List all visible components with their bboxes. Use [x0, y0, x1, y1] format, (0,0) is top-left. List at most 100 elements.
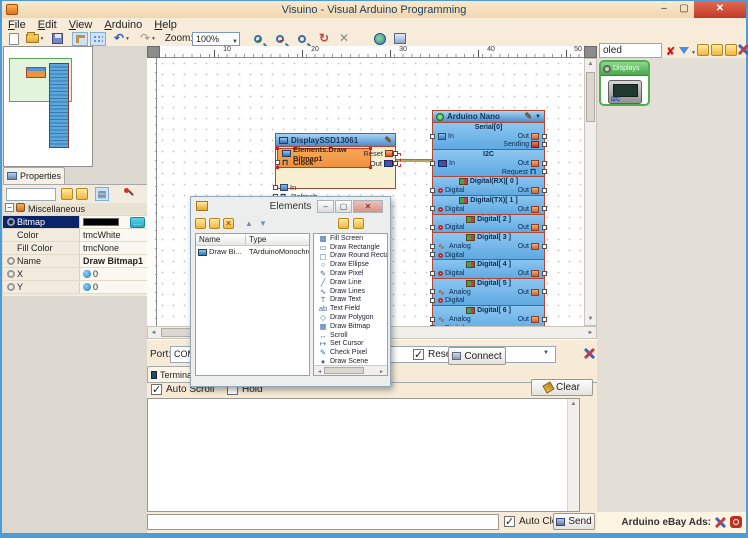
scroll-left-icon[interactable]: ◄	[148, 328, 159, 339]
pin-square[interactable]	[430, 244, 435, 249]
nano-section-digital-tx-1-[interactable]: Digital(TX)[ 1 ]DigitalOut	[432, 195, 545, 215]
zoom-out-button[interactable]: −	[272, 32, 288, 45]
palette-option-icon[interactable]	[711, 44, 723, 56]
import-elements-button[interactable]	[338, 218, 349, 229]
column-type[interactable]: Type	[246, 234, 309, 245]
minimize-button[interactable]: –	[654, 1, 674, 18]
send-message-input[interactable]	[147, 514, 499, 530]
output-pin[interactable]: Request	[502, 168, 539, 176]
zoom-in-button[interactable]: +	[250, 32, 266, 45]
clock-pin-square[interactable]	[275, 160, 280, 165]
palette-option-icon[interactable]	[697, 44, 709, 56]
out-pin-square[interactable]	[393, 161, 398, 166]
property-group-row[interactable]: − Miscellaneous	[3, 203, 147, 216]
auto-scroll-checkbox[interactable]	[151, 384, 162, 395]
property-row-y[interactable]: Y 0	[3, 281, 147, 294]
edit-pencil-icon[interactable]: ✎	[384, 135, 392, 146]
pin-square[interactable]	[430, 271, 435, 276]
element-draw-bitmap-row[interactable]: Elements.Draw Bitmap1	[278, 149, 370, 158]
palette-tools-icon[interactable]	[738, 44, 748, 55]
terminal-scrollbar[interactable]: ▲	[567, 399, 579, 511]
nano-section-digital-5-[interactable]: Digital[ 5 ]AnalogOutDigital	[432, 278, 545, 306]
close-button[interactable]: ✕	[694, 1, 746, 18]
nano-section-digital-3-[interactable]: Digital[ 3 ]AnalogOutDigital	[432, 232, 545, 260]
scroll-right-icon[interactable]: ►	[376, 367, 387, 376]
arduino-nano-block[interactable]: Arduino Nano ✎ ▼ Serial[0]InOutSendingI2…	[432, 110, 545, 326]
in-pin-square[interactable]	[273, 185, 278, 190]
nano-section-digital-6-[interactable]: Digital[ 6 ]AnalogOutDigital	[432, 305, 545, 326]
elements-dialog[interactable]: Elements – ▢ ✕ ✕ ▲ ▼ Name Type Draw Bi..…	[190, 196, 391, 387]
input-pin[interactable]: In	[438, 133, 454, 140]
chevron-down-icon[interactable]: ▼	[691, 50, 696, 56]
palette-item-draw-polygon[interactable]: ◇Draw Polygon	[314, 313, 387, 322]
in-pin-row[interactable]: In	[276, 183, 395, 192]
component-search-input[interactable]	[599, 43, 662, 58]
screenshot-button[interactable]	[392, 32, 408, 45]
dialog-maximize-button[interactable]: ▢	[335, 200, 352, 213]
output-pin[interactable]: Out	[518, 133, 539, 140]
elements-list[interactable]: Name Type Draw Bi... TArduinoMonochrome.…	[195, 233, 310, 376]
pin-square[interactable]	[430, 225, 435, 230]
out-pin-row[interactable]: Out	[370, 159, 393, 168]
palette-item-set-cursor[interactable]: ↦Set Cursor	[314, 340, 387, 349]
menu-arduino[interactable]: Arduino	[104, 18, 142, 32]
export-elements-button[interactable]	[353, 218, 364, 229]
auto-clear-checkbox[interactable]	[504, 516, 515, 527]
palette-item-draw-rectangle[interactable]: ▭Draw Rectangle	[314, 243, 387, 252]
palette-item-draw-lines[interactable]: ∿Draw Lines	[314, 287, 387, 296]
category-view-icon[interactable]	[61, 188, 73, 200]
output-pin[interactable]: Out	[518, 206, 539, 213]
property-row-bitmap[interactable]: Bitmap …	[3, 216, 147, 229]
nano-section-serial-0-[interactable]: Serial[0]InOutSending	[432, 122, 545, 150]
move-up-icon[interactable]: ▲	[245, 219, 253, 228]
nano-section-digital-2-[interactable]: Digital[ 2 ]DigitalOut	[432, 214, 545, 234]
nano-section-digital-4-[interactable]: Digital[ 4 ]DigitalOut	[432, 259, 545, 279]
input-pin[interactable]: Analog	[438, 289, 471, 296]
connect-button[interactable]: Connect	[448, 347, 506, 365]
undo-button[interactable]: ↶▼	[112, 32, 132, 45]
input-pin[interactable]: Digital	[438, 187, 464, 194]
output-pin[interactable]: Out	[518, 224, 539, 231]
pin-square[interactable]	[542, 188, 547, 193]
alpha-view-icon[interactable]	[76, 188, 88, 200]
menu-view[interactable]: View	[69, 18, 93, 32]
pin-square[interactable]	[430, 161, 435, 166]
ads-close-icon[interactable]	[715, 517, 726, 528]
output-pin[interactable]: Out	[518, 160, 539, 167]
output-pin[interactable]: Out	[518, 270, 539, 277]
reset-checkbox[interactable]	[413, 349, 424, 360]
tab-terminal[interactable]: Terminal	[147, 366, 195, 382]
delete-button[interactable]: ✕	[336, 32, 352, 45]
collapse-icon[interactable]: −	[5, 203, 14, 212]
add-element-button[interactable]	[195, 218, 206, 229]
nano-section-i2c[interactable]: I2CInOutRequest	[432, 149, 545, 177]
scroll-down-icon[interactable]: ▼	[585, 314, 596, 325]
input-pin[interactable]: Digital	[438, 206, 464, 213]
zoom-combobox[interactable]: 100%▼	[192, 32, 240, 46]
properties-search-input[interactable]	[6, 188, 56, 201]
pin-square[interactable]	[430, 298, 435, 303]
property-row-fill-color[interactable]: Fill Color tmcNone	[3, 242, 147, 255]
pin-square[interactable]	[542, 244, 547, 249]
grid-view-toggle[interactable]: ▤	[95, 187, 109, 201]
menu-edit[interactable]: Edit	[38, 18, 57, 32]
palette-item-text-field[interactable]: abText Field	[314, 304, 387, 313]
input-pin[interactable]: Digital	[438, 224, 464, 231]
overview-minimap[interactable]	[3, 46, 93, 167]
pin-square[interactable]	[430, 289, 435, 294]
output-pin[interactable]: Out	[518, 243, 539, 250]
clear-search-icon[interactable]: ✘	[666, 45, 675, 58]
insert-element-button[interactable]	[209, 218, 220, 229]
output-pin[interactable]: Out	[518, 316, 539, 323]
reset-pin-row[interactable]: Reset	[363, 149, 393, 158]
chevron-down-icon[interactable]: ▼	[535, 114, 541, 120]
grid-toggle-button[interactable]	[90, 32, 106, 46]
ads-record-icon[interactable]	[730, 516, 742, 528]
dialog-titlebar[interactable]: Elements – ▢ ✕	[191, 197, 390, 216]
pin-square[interactable]	[542, 134, 547, 139]
pin-square[interactable]	[542, 317, 547, 322]
terminal-output[interactable]: ▲	[147, 398, 580, 512]
pin-square[interactable]	[542, 169, 547, 174]
dialog-minimize-button[interactable]: –	[317, 200, 334, 213]
scrollbar-thumb[interactable]	[324, 367, 364, 374]
